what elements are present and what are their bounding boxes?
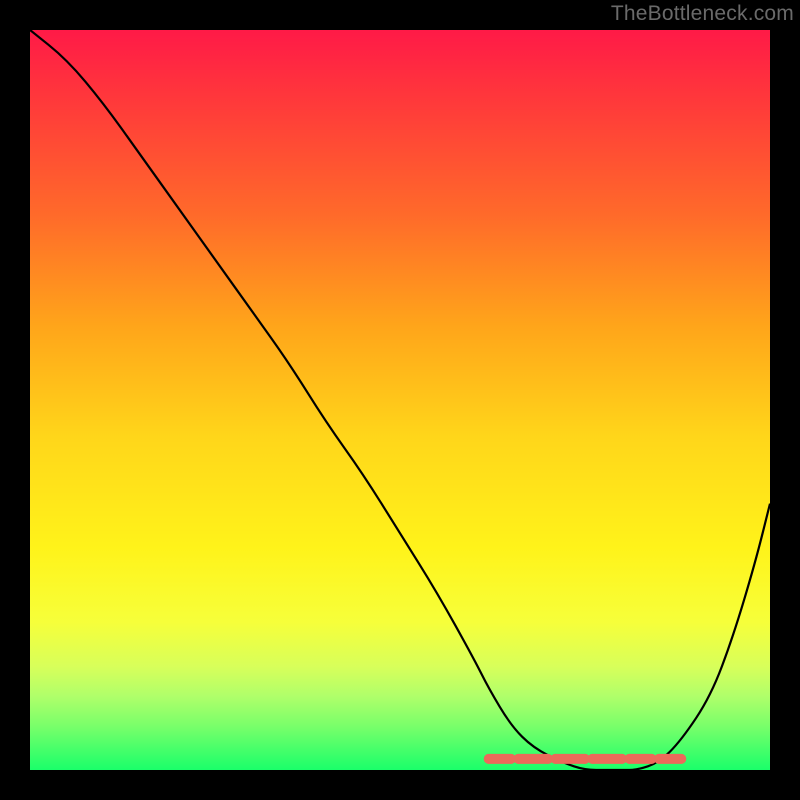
bottleneck-curve xyxy=(30,30,770,770)
optimal-range-dot xyxy=(484,754,494,764)
chart-svg xyxy=(30,30,770,770)
optimal-range-dot xyxy=(676,754,686,764)
optimal-range-dot xyxy=(550,754,560,764)
optimal-range-dot xyxy=(624,754,634,764)
optimal-range-dot xyxy=(587,754,597,764)
optimal-range-dot xyxy=(654,754,664,764)
optimal-range-dot xyxy=(513,754,523,764)
chart-frame: TheBottleneck.com xyxy=(0,0,800,800)
watermark-text: TheBottleneck.com xyxy=(611,2,794,26)
optimal-range-annotation xyxy=(484,754,686,764)
plot-area xyxy=(30,30,770,770)
